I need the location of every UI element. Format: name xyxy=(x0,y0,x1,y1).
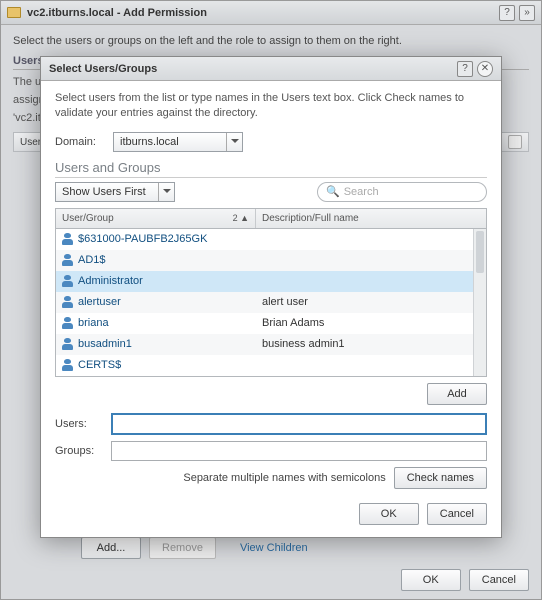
dialog-help-icon[interactable]: ? xyxy=(457,61,473,77)
row-name: CERTS$ xyxy=(78,359,121,371)
groups-input[interactable] xyxy=(111,441,487,461)
grid-body: $631000-PAUBFB2J65GK AD1$ Administrator ale… xyxy=(56,229,486,376)
row-name: Administrator xyxy=(78,275,143,287)
table-row[interactable]: Administrator xyxy=(56,271,486,292)
close-icon[interactable]: ✕ xyxy=(477,61,493,77)
select-users-dialog: Select Users/Groups ? ✕ Select users fro… xyxy=(40,56,502,538)
dialog-titlebar: Select Users/Groups ? ✕ xyxy=(41,57,501,81)
show-mode-value: Show Users First xyxy=(62,186,146,198)
grid-header: User/Group 2 ▲ Description/Full name xyxy=(56,209,486,229)
modal-overlay: Select Users/Groups ? ✕ Select users fro… xyxy=(0,0,542,600)
dialog-ok-button[interactable]: OK xyxy=(359,503,419,525)
domain-label: Domain: xyxy=(55,136,105,148)
col-description[interactable]: Description/Full name xyxy=(256,209,486,228)
row-name: AD1$ xyxy=(78,254,106,266)
dialog-cancel-button[interactable]: Cancel xyxy=(427,503,487,525)
check-names-button[interactable]: Check names xyxy=(394,467,487,489)
user-icon xyxy=(62,275,73,287)
add-button[interactable]: Add xyxy=(427,383,487,405)
table-row[interactable]: alertuser alert user xyxy=(56,292,486,313)
sort-indicator: 2 ▲ xyxy=(233,213,249,223)
user-icon xyxy=(62,254,73,266)
filters-row: Show Users First 🔍 xyxy=(55,182,487,202)
row-description: business admin1 xyxy=(256,338,486,350)
search-input[interactable] xyxy=(344,186,478,198)
user-icon xyxy=(62,359,73,371)
domain-row: Domain: itburns.local xyxy=(55,132,487,152)
row-description: Brian Adams xyxy=(256,317,486,329)
table-row[interactable]: AD1$ xyxy=(56,250,486,271)
user-icon xyxy=(62,338,73,350)
users-input[interactable] xyxy=(111,413,487,435)
search-icon: 🔍 xyxy=(326,185,340,198)
domain-select[interactable]: itburns.local xyxy=(113,132,243,152)
col-user-group[interactable]: User/Group 2 ▲ xyxy=(56,209,256,228)
table-row[interactable]: busadmin1 business admin1 xyxy=(56,334,486,355)
dialog-title: Select Users/Groups xyxy=(49,63,453,75)
user-icon xyxy=(62,317,73,329)
table-row[interactable]: $631000-PAUBFB2J65GK xyxy=(56,229,486,250)
row-name: busadmin1 xyxy=(78,338,132,350)
row-name: $631000-PAUBFB2J65GK xyxy=(78,233,207,245)
table-row[interactable]: CERTS$ xyxy=(56,355,486,376)
show-mode-select[interactable]: Show Users First xyxy=(55,182,175,202)
users-label: Users: xyxy=(55,418,103,430)
dialog-instruction: Select users from the list or type names… xyxy=(55,91,487,122)
users-grid: User/Group 2 ▲ Description/Full name $63… xyxy=(55,208,487,377)
scrollbar-thumb[interactable] xyxy=(476,231,484,273)
search-field[interactable]: 🔍 xyxy=(317,182,487,202)
table-row[interactable]: briana Brian Adams xyxy=(56,313,486,334)
separator-hint: Separate multiple names with semicolons xyxy=(183,472,385,484)
scrollbar[interactable] xyxy=(473,229,486,376)
row-description: alert user xyxy=(256,296,486,308)
chevron-down-icon xyxy=(226,133,242,151)
groups-label: Groups: xyxy=(55,445,103,457)
dialog-body: Select users from the list or type names… xyxy=(41,81,501,537)
domain-value: itburns.local xyxy=(120,136,179,148)
row-name: briana xyxy=(78,317,109,329)
chevron-down-icon xyxy=(158,183,174,201)
user-icon xyxy=(62,233,73,245)
row-name: alertuser xyxy=(78,296,121,308)
user-icon xyxy=(62,296,73,308)
users-groups-section-title: Users and Groups xyxy=(55,160,487,178)
